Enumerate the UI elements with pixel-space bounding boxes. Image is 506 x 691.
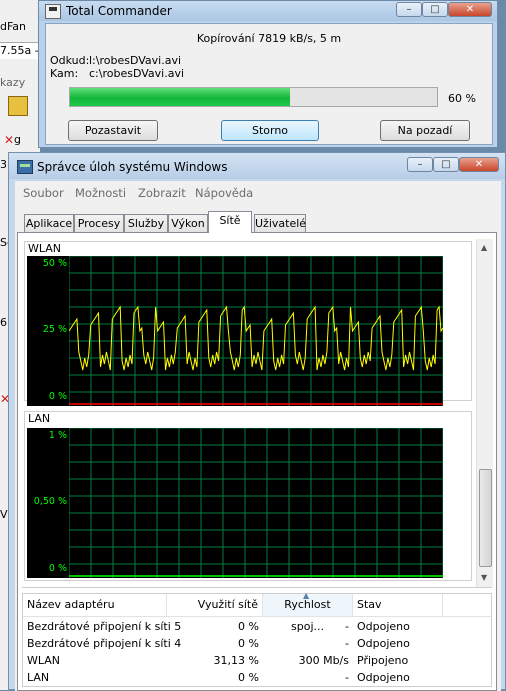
task-manager-client: Soubor Možnosti Zobrazit Nápověda Aplika… — [15, 181, 501, 691]
copy-dialog-body: Kopírování 7819 kB/s, 5 m Odkud: l:\robe… — [45, 23, 493, 145]
sort-arrow-icon: ▲ — [303, 591, 310, 600]
tm-minimize-button[interactable]: – — [407, 157, 433, 172]
pause-button[interactable]: Pozastavit — [68, 120, 158, 141]
from-value: l:\robesDVavi.avi — [89, 54, 182, 67]
table-row-name[interactable]: Bezdrátové připojení k síti 4 — [27, 635, 181, 652]
bg-text-4: g — [14, 133, 21, 146]
table-cell: - — [345, 620, 349, 633]
networking-panel: WLAN 50 % 25 % 0 % LAN 1 % 0,50 % 0 % ▲ … — [17, 232, 497, 691]
table-cell: 0 % — [238, 637, 259, 650]
table-row-name[interactable]: Bezdrátové připojení k síti 5 — [27, 618, 181, 635]
table-cell: - — [345, 671, 349, 684]
graphs-area: WLAN 50 % 25 % 0 % LAN 1 % 0,50 % 0 % ▲ … — [22, 239, 493, 588]
table-cell: Odpojeno — [357, 671, 410, 684]
table-cell: 0 % — [238, 620, 259, 633]
wlan-y-max: 50 % — [42, 258, 67, 269]
bg-text-1: dFan — [0, 20, 27, 33]
lan-label: LAN — [28, 412, 51, 425]
copy-dialog: Total Commander – □ ✕ Kopírování 7819 kB… — [38, 0, 498, 148]
lan-y-min: 0 % — [48, 563, 67, 574]
graphs-scrollbar[interactable]: ▲ ▼ — [476, 239, 493, 587]
task-manager-window: Správce úloh systému Windows – □ ✕ Soubo… — [8, 152, 506, 691]
copy-dialog-title: Total Commander — [66, 4, 172, 18]
table-cell: Odpojeno — [357, 637, 410, 650]
copy-status: Kopírování 7819 kB/s, 5 m — [196, 32, 342, 45]
table-row-name[interactable]: LAN — [27, 669, 167, 686]
scroll-down-icon[interactable]: ▼ — [481, 573, 487, 582]
table-cell: Odpojeno — [357, 620, 410, 633]
copy-progress-fill — [70, 88, 291, 106]
bg-text-7: 6 — [0, 316, 7, 329]
menu-napoveda[interactable]: Nápověda — [195, 186, 253, 200]
wlan-trace — [69, 305, 443, 371]
maximize-button[interactable]: □ — [422, 2, 448, 17]
task-manager-icon — [17, 160, 33, 174]
table-cell: 31,13 % — [213, 654, 259, 667]
tab-aplikace[interactable]: Aplikace — [24, 214, 74, 232]
lan-frame: LAN 1 % 0,50 % 0 % — [24, 411, 472, 581]
task-manager-titlebar[interactable]: Správce úloh systému Windows – □ ✕ — [9, 153, 505, 179]
lan-y-axis: 1 % 0,50 % 0 % — [27, 428, 69, 578]
wlan-frame: WLAN 50 % 25 % 0 % — [24, 241, 472, 406]
tab-procesy[interactable]: Procesy — [74, 214, 124, 232]
tm-maximize-button[interactable]: □ — [433, 157, 459, 172]
bg-text-3: kazy — [0, 76, 26, 89]
to-value: c:\robesDVavi.avi — [89, 67, 185, 80]
tm-close-button[interactable]: ✕ — [459, 157, 499, 172]
progress-percent: 60 % — [448, 92, 476, 105]
copy-progress-bar — [69, 87, 438, 107]
lan-graph — [69, 428, 443, 578]
table-cell: - — [345, 637, 349, 650]
bg-text-8: V — [0, 508, 8, 521]
tab-sluzby[interactable]: Služby — [124, 214, 168, 232]
tab-vykon[interactable]: Výkon — [168, 214, 208, 232]
col-adapter-name[interactable]: Název adaptéru — [23, 594, 167, 616]
menu-soubor[interactable]: Soubor — [23, 186, 64, 200]
background-button[interactable]: Na pozadí — [380, 120, 470, 141]
col-link-speed[interactable]: ▲ Rychlost spoj... — [263, 591, 353, 633]
menu-zobrazit[interactable]: Zobrazit — [138, 186, 186, 200]
wlan-label: WLAN — [28, 242, 62, 255]
lan-y-mid: 0,50 % — [33, 496, 67, 507]
table-row-name[interactable]: WLAN — [27, 652, 167, 669]
wlan-y-mid: 25 % — [42, 324, 67, 335]
minimize-button[interactable]: – — [396, 2, 422, 17]
cancel-button[interactable]: Storno — [221, 120, 319, 141]
close-button[interactable]: ✕ — [448, 2, 492, 17]
to-label: Kam: — [50, 67, 79, 80]
menu-moznosti[interactable]: Možnosti — [75, 186, 126, 200]
col-usage[interactable]: Využití sítě — [167, 594, 263, 616]
table-cell: 300 Mb/s — [298, 654, 349, 667]
wlan-y-axis: 50 % 25 % 0 % — [27, 256, 69, 406]
floppy-icon — [45, 4, 61, 19]
tab-site[interactable]: Sítě — [208, 211, 252, 233]
scroll-up-icon[interactable]: ▲ — [481, 243, 487, 252]
wlan-y-min: 0 % — [48, 391, 67, 402]
from-label: Odkud: — [50, 54, 90, 67]
wlan-graph — [69, 256, 443, 406]
tab-uzivatele[interactable]: Uživatelé — [254, 214, 306, 232]
bg-toolbar-icon — [8, 96, 28, 116]
scroll-thumb[interactable] — [479, 469, 492, 567]
col-state[interactable]: Stav — [353, 594, 443, 616]
lan-y-max: 1 % — [48, 430, 67, 441]
bg-text-5: 3 — [0, 158, 7, 171]
copy-dialog-titlebar[interactable]: Total Commander – □ ✕ — [39, 1, 497, 21]
table-cell: 0 % — [238, 671, 259, 684]
task-manager-title: Správce úloh systému Windows — [37, 160, 228, 174]
adapter-table: Název adaptéru Využití sítě ▲ Rychlost s… — [22, 591, 492, 687]
close-icon: ✕ — [4, 133, 15, 147]
table-header: Název adaptéru Využití sítě ▲ Rychlost s… — [23, 591, 491, 633]
table-cell: Připojeno — [357, 654, 409, 667]
bg-text-2: 7.55a - — [0, 44, 39, 57]
bg-field: 7.55a - — [0, 42, 40, 59]
